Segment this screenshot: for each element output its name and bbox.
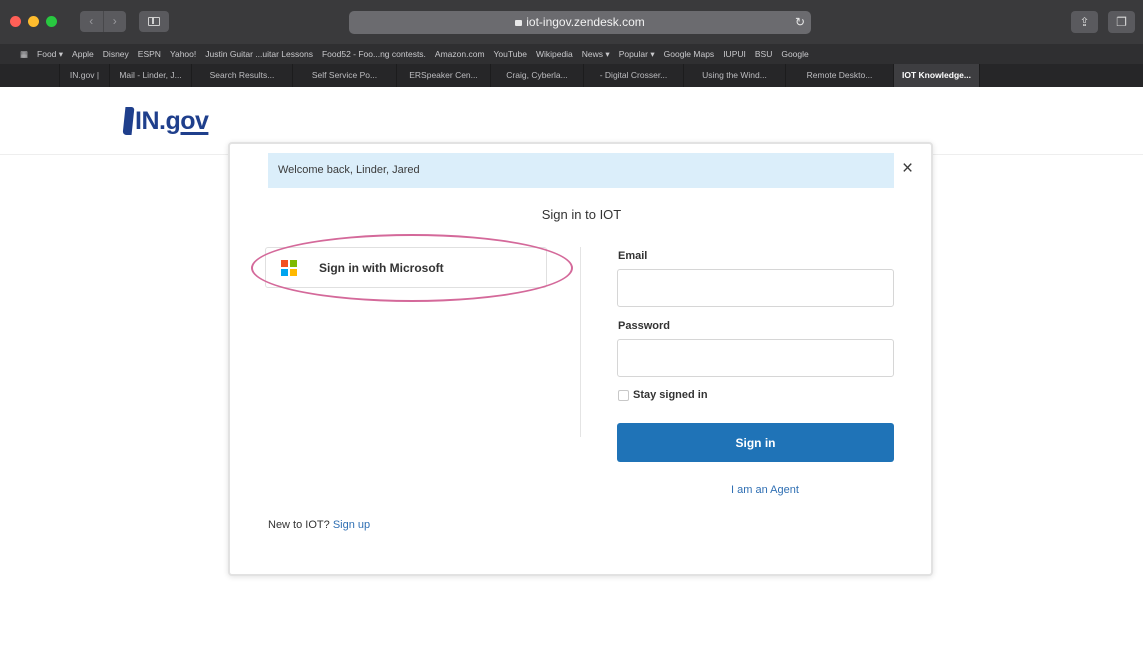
stay-signed-in-label[interactable]: Stay signed in (633, 389, 708, 401)
indiana-state-icon (122, 107, 135, 135)
bookmark-item[interactable]: Justin Guitar ...uitar Lessons (205, 49, 313, 59)
bookmark-item[interactable]: News ▾ (582, 49, 610, 60)
sidebar-icon (148, 17, 160, 26)
in-gov-logo[interactable]: IN.gov (122, 103, 209, 135)
new-to-iot-text: New to IOT? (268, 519, 330, 531)
close-window-button[interactable] (10, 16, 21, 27)
ms-logo-blue (281, 268, 288, 276)
bookmarks-bar: ▦ Food ▾ Apple Disney ESPN Yahoo! Justin Guit… (0, 44, 1143, 64)
bookmark-item[interactable]: Disney (103, 49, 129, 59)
welcome-banner: Welcome back, Linder, Jared (268, 153, 894, 188)
tab-overview-button[interactable]: ❐ (1108, 11, 1135, 33)
minimize-window-button[interactable] (28, 16, 39, 27)
close-icon[interactable]: × (902, 159, 913, 178)
email-field[interactable] (617, 269, 894, 307)
address-bar-url: iot-ingov.zendesk.com (526, 15, 645, 29)
browser-tab[interactable]: Search Results... (192, 64, 293, 87)
bookmark-item[interactable]: Amazon.com (435, 49, 485, 59)
bookmark-item[interactable]: ESPN (138, 49, 161, 59)
stay-signed-in-checkbox[interactable] (618, 389, 629, 401)
bookmark-item[interactable]: IUPUI (723, 49, 746, 59)
bookmark-item[interactable]: Google Maps (664, 49, 715, 59)
bookmark-item[interactable]: Food ▾ (37, 49, 63, 60)
tab-bar: IN.gov | Mail - Linder, J... Search Result… (0, 64, 1143, 87)
share-icon: ⇪ (1079, 15, 1090, 29)
browser-tab[interactable]: ERSpeaker Cen... (397, 64, 491, 87)
bookmark-item[interactable]: Apple (72, 49, 94, 59)
ms-logo-yellow (290, 268, 297, 276)
password-label: Password (618, 320, 670, 332)
microsoft-logo-icon (281, 259, 297, 276)
browser-tab[interactable]: IOT Knowledge... (894, 64, 980, 87)
bookmark-item[interactable]: YouTube (494, 49, 527, 59)
web-page: IN.gov Welcome back, Linder, Jared × Sig… (0, 87, 1143, 656)
sidebar-toggle-button[interactable] (139, 11, 169, 32)
browser-tab[interactable]: Self Service Po... (293, 64, 397, 87)
logo-text-gov: gov (165, 107, 209, 135)
browser-toolbar: ‹ › iot-ingov.zendesk.com ↻ ⇪ ❐ (0, 0, 1143, 44)
browser-tab[interactable]: Mail - Linder, J... (110, 64, 192, 87)
bookmark-item[interactable]: Food52 - Foo...ng contests. (322, 49, 426, 59)
sign-up-link[interactable]: Sign up (333, 519, 370, 531)
sign-in-button[interactable]: Sign in (617, 423, 894, 462)
back-icon[interactable]: ‹ (80, 11, 104, 32)
browser-tab[interactable]: Remote Deskto... (786, 64, 894, 87)
bookmark-item[interactable]: Popular ▾ (619, 49, 655, 60)
column-divider (580, 247, 581, 437)
agent-link[interactable]: I am an Agent (617, 484, 913, 496)
bookmark-item[interactable]: BSU (755, 49, 772, 59)
reload-icon[interactable]: ↻ (795, 11, 805, 34)
email-label: Email (618, 250, 648, 262)
password-field[interactable] (617, 339, 894, 377)
tab-spacer (0, 64, 60, 87)
address-bar[interactable]: iot-ingov.zendesk.com ↻ (349, 11, 811, 34)
forward-icon[interactable]: › (104, 11, 127, 32)
zoom-window-button[interactable] (46, 16, 57, 27)
stay-signed-in: Stay signed in (618, 389, 708, 401)
browser-tab[interactable]: Craig, Cyberla... (491, 64, 584, 87)
browser-tab[interactable]: Using the Wind... (684, 64, 786, 87)
sign-in-modal: Welcome back, Linder, Jared × Sign in to… (228, 142, 933, 576)
bookmark-item[interactable]: Google (781, 49, 808, 59)
tab-overview-icon: ❐ (1116, 15, 1127, 29)
ms-logo-green (290, 259, 297, 267)
browser-window: ‹ › iot-ingov.zendesk.com ↻ ⇪ ❐ ▦ Food ▾… (0, 0, 1143, 656)
sign-in-with-microsoft-button[interactable]: Sign in with Microsoft (265, 247, 547, 288)
modal-title: Sign in to IOT (541, 207, 622, 222)
history-nav: ‹ › (80, 11, 126, 32)
lock-icon (515, 20, 523, 26)
new-to-iot: New to IOT? Sign up (268, 519, 370, 531)
browser-tab[interactable]: IN.gov | (60, 64, 110, 87)
bookmarks-grid-icon[interactable]: ▦ (20, 49, 28, 60)
bookmark-item[interactable]: Wikipedia (536, 49, 573, 59)
microsoft-button-label: Sign in with Microsoft (319, 260, 444, 275)
bookmark-item[interactable]: Yahoo! (170, 49, 196, 59)
browser-tab[interactable]: - Digital Crosser... (584, 64, 684, 87)
ms-logo-red (281, 259, 288, 267)
share-button[interactable]: ⇪ (1071, 11, 1098, 33)
logo-text-in: IN. (135, 107, 166, 135)
